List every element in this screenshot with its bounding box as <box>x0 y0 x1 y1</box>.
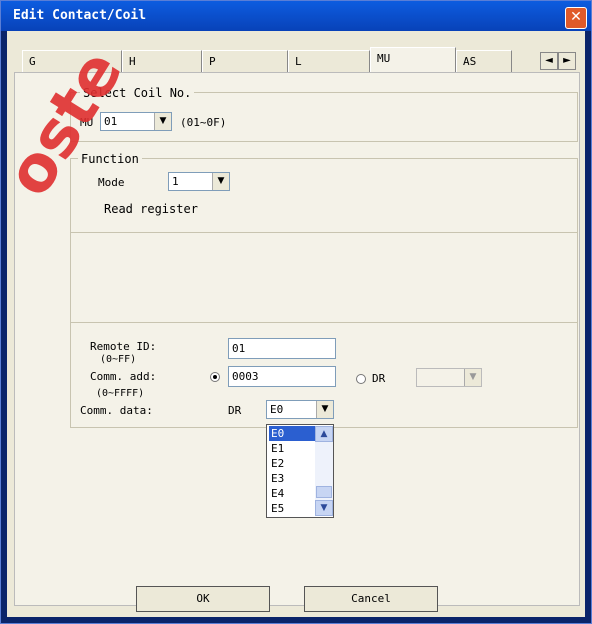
tab-h-label: H <box>129 55 136 68</box>
chevron-down-icon[interactable]: ▼ <box>212 173 229 190</box>
comm-add-label: Comm. add: <box>90 370 157 383</box>
coil-range-label: (01~0F) <box>180 116 227 129</box>
tab-p[interactable]: P <box>202 50 288 72</box>
tab-p-label: P <box>209 55 216 68</box>
title-bar[interactable]: Edit Contact/Coil ✕ <box>1 1 591 31</box>
remote-id-label: Remote ID: <box>90 340 157 353</box>
comm-data-value: E0 <box>270 403 284 416</box>
close-icon[interactable]: ✕ <box>565 7 587 29</box>
dr-radio[interactable] <box>356 374 366 384</box>
chevron-down-icon[interactable]: ▼ <box>154 113 171 130</box>
dropdown-option-e4[interactable]: E4 <box>269 486 317 501</box>
mode-description: Read register <box>104 202 198 216</box>
dr-option-label: DR <box>372 372 386 385</box>
chevron-down-icon[interactable]: ▼ <box>315 500 333 516</box>
scrollbar-thumb[interactable] <box>316 486 332 498</box>
tab-g-label: G <box>29 55 36 68</box>
dropdown-option-e5[interactable]: E5 <box>269 501 317 516</box>
comm-data-dropdown-list[interactable]: E0 E1 E2 E3 E4 E5 ▲ ▼ <box>266 424 334 518</box>
tab-l[interactable]: L <box>288 50 370 72</box>
tab-scroll-left-icon[interactable]: ◄ <box>540 52 558 70</box>
chevron-up-icon[interactable]: ▲ <box>315 426 333 442</box>
mode-value: 1 <box>172 175 179 188</box>
window-title: Edit Contact/Coil <box>13 8 147 23</box>
dropdown-option-e2[interactable]: E2 <box>269 456 317 471</box>
mode-select[interactable]: 1 ▼ <box>168 172 230 191</box>
tab-mu-label: MU <box>377 52 391 65</box>
comm-data-label: Comm. data: <box>80 404 153 417</box>
dropdown-scrollbar[interactable]: ▲ ▼ <box>315 426 333 516</box>
tab-as[interactable]: AS <box>456 50 512 72</box>
ok-button[interactable]: OK <box>136 586 270 612</box>
divider <box>71 322 577 323</box>
comm-add-radio[interactable] <box>210 372 220 382</box>
dropdown-option-e1[interactable]: E1 <box>269 441 317 456</box>
tab-l-label: L <box>295 55 302 68</box>
mode-label: Mode <box>98 176 125 189</box>
tab-mu[interactable]: MU <box>370 47 456 73</box>
comm-add-range: (0~FFFF) <box>96 388 145 399</box>
comm-add-field[interactable]: 0003 <box>228 366 336 387</box>
cancel-button[interactable]: Cancel <box>304 586 438 612</box>
chevron-down-icon[interactable]: ▼ <box>464 369 481 386</box>
dr-select[interactable]: ▼ <box>416 368 482 387</box>
remote-id-range: (0~FF) <box>100 354 137 365</box>
function-group <box>70 158 578 428</box>
tab-h[interactable]: H <box>122 50 202 72</box>
comm-data-select[interactable]: E0 ▼ <box>266 400 334 419</box>
tab-scroll-right-icon[interactable]: ► <box>558 52 576 70</box>
dropdown-option-e3[interactable]: E3 <box>269 471 317 486</box>
tab-as-label: AS <box>463 55 477 68</box>
chevron-down-icon[interactable]: ▼ <box>316 401 333 418</box>
comm-data-prefix: DR <box>228 404 242 417</box>
remote-id-field[interactable]: 01 <box>228 338 336 359</box>
dropdown-option-e0[interactable]: E0 <box>269 426 317 441</box>
divider <box>71 232 577 233</box>
